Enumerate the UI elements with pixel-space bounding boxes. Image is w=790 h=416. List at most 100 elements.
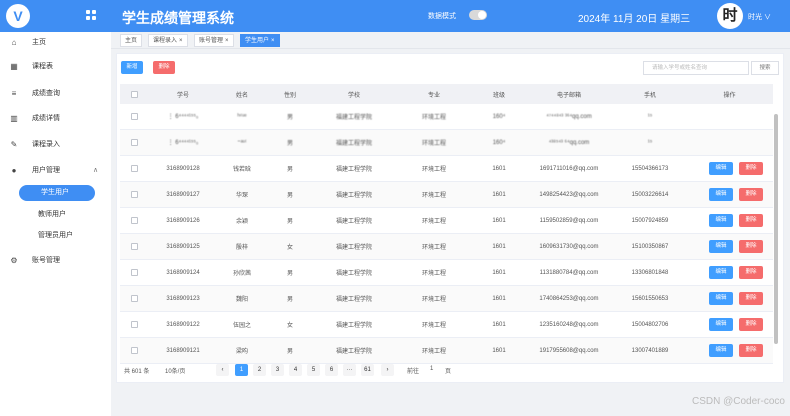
row-select-cell (120, 208, 148, 233)
table-header: 学号 姓名 性别 学校 专业 班级 电子邮箱 手机 操作 (120, 84, 773, 104)
page-button[interactable]: 3 (271, 364, 284, 376)
cell-school: 福建工程学院 (335, 141, 372, 147)
row-checkbox[interactable] (130, 217, 138, 224)
column-header[interactable]: 手机 (614, 84, 686, 104)
search-input[interactable]: 请输入学号或姓名查询 (643, 61, 749, 75)
next-page-button[interactable]: › (381, 364, 394, 376)
edit-button[interactable]: 编辑 (709, 188, 733, 201)
edit-button[interactable]: 编辑 (709, 318, 733, 331)
table-scrollbar[interactable] (774, 114, 778, 344)
app-header: V 学生成绩管理系统 数据模式 2024年 11月 20日 星期三 时 时光 ∨ (0, 0, 790, 32)
delete-button[interactable]: 删除 (739, 162, 763, 175)
row-checkbox[interactable] (130, 243, 138, 250)
edit-button[interactable]: 编辑 (709, 214, 733, 227)
mode-toggle[interactable] (469, 10, 487, 20)
page-button[interactable]: 61 (361, 364, 374, 376)
sidebar-item-student-users[interactable]: 学生用户 (19, 185, 95, 201)
column-header[interactable]: 班级 (474, 84, 524, 104)
column-header[interactable]: 专业 (394, 84, 474, 104)
cell-email: 1235160248@qq.com (539, 321, 599, 328)
row-select-cell (120, 234, 148, 259)
sidebar-item-score-detail[interactable]: ▥ 成绩详情 (0, 111, 111, 127)
cell-gender: 男 (286, 297, 293, 303)
delete-button[interactable]: 删除 (739, 292, 763, 305)
sidebar-item-account-management[interactable]: ⚙ 账号管理 (0, 253, 111, 269)
sidebar-item-course-entry[interactable]: ✎ 课程录入 (0, 137, 111, 153)
tab-account-management[interactable]: 账号管理 × (194, 34, 234, 47)
column-header[interactable]: 姓名 (218, 84, 266, 104)
username-dropdown[interactable]: 时光 ∨ (748, 12, 771, 22)
sidebar-item-label: 用户管理 (32, 167, 60, 174)
page-button[interactable]: 2 (253, 364, 266, 376)
delete-button[interactable]: 删除 (739, 266, 763, 279)
cell-school: 福建工程学院 (335, 193, 372, 199)
table-row: 3168909128 钱若晗 男 福建工程学院 环境工程 1601 1691711016@q… (120, 156, 773, 182)
edit-button[interactable]: 编辑 (709, 266, 733, 279)
sidebar-item-score-query[interactable]: ≡ 成绩查询 (0, 86, 111, 102)
row-checkbox[interactable] (130, 165, 138, 172)
column-header[interactable]: 学号 (148, 84, 218, 104)
delete-button[interactable]: 删除 (739, 214, 763, 227)
sidebar-item-admin-users[interactable]: 管理员用户 (0, 228, 111, 244)
batch-delete-button[interactable]: 删除 (153, 61, 175, 74)
row-checkbox[interactable] (130, 269, 138, 276)
row-checkbox[interactable] (130, 321, 138, 328)
sidebar-item-home[interactable]: ⌂ 主页 (0, 35, 111, 51)
table-icon: ▦ (10, 62, 18, 71)
grid-menu-icon[interactable] (86, 10, 96, 20)
row-checkbox[interactable] (130, 347, 138, 354)
search-button[interactable]: 搜索 (751, 61, 779, 75)
close-icon[interactable]: × (179, 38, 183, 44)
cell-id: ⋮ 6⁴⁴⁴⁴¹⁵⁵₀ (167, 140, 199, 146)
edit-button[interactable]: 编辑 (709, 162, 733, 175)
sidebar-item-user-management[interactable]: ● 用户管理 ∧ (0, 163, 111, 179)
select-all-checkbox[interactable] (130, 90, 138, 98)
row-checkbox[interactable] (130, 113, 138, 120)
edit-button[interactable]: 编辑 (709, 344, 733, 357)
page-button[interactable]: 4 (289, 364, 302, 376)
column-header[interactable]: 学校 (314, 84, 394, 104)
cell-gender: 男 (286, 167, 293, 173)
page-button[interactable]: 1 (235, 364, 248, 376)
column-header[interactable]: 性别 (266, 84, 314, 104)
edit-button[interactable]: 编辑 (709, 292, 733, 305)
total-count: 共 601 条 (124, 369, 150, 375)
delete-button[interactable]: 删除 (739, 240, 763, 253)
row-select-cell (120, 260, 148, 285)
cell-name: 魏阳 (235, 297, 248, 303)
cell-class: 1601 (492, 165, 506, 172)
delete-button[interactable]: 删除 (739, 188, 763, 201)
prev-page-button[interactable]: ‹ (216, 364, 229, 376)
add-button[interactable]: 新增 (121, 61, 143, 74)
sidebar-item-label: 课程表 (32, 63, 53, 70)
tab-label: 主页 (125, 38, 138, 44)
cell-major: 环境工程 (421, 323, 446, 329)
close-icon[interactable]: × (271, 38, 275, 44)
chevron-up-icon: ∧ (93, 167, 99, 174)
page-size-select[interactable]: 10条/页 (165, 366, 185, 375)
sidebar-item-teacher-users[interactable]: 教师用户 (0, 207, 111, 223)
mode-label: 数据模式 (428, 13, 456, 20)
cell-gender: 男 (286, 141, 293, 147)
avatar[interactable]: 时 (717, 3, 743, 29)
row-checkbox[interactable] (130, 191, 138, 198)
cell-major: 环境工程 (421, 297, 446, 303)
row-checkbox[interactable] (130, 295, 138, 302)
cell-name: 余颖 (235, 219, 248, 225)
delete-button[interactable]: 删除 (739, 318, 763, 331)
delete-button[interactable]: 删除 (739, 344, 763, 357)
cell-gender: 男 (286, 219, 293, 225)
tab-course-entry[interactable]: 课程录入 × (148, 34, 188, 47)
close-icon[interactable]: × (225, 38, 229, 44)
column-header[interactable]: 电子邮箱 (524, 84, 614, 104)
edit-button[interactable]: 编辑 (709, 240, 733, 253)
row-checkbox[interactable] (130, 139, 138, 146)
goto-page-input[interactable]: 1 (430, 366, 433, 372)
page-ellipsis[interactable]: ··· (343, 364, 356, 376)
tab-home[interactable]: 主页 (120, 34, 143, 47)
cell-class: 1601 (492, 321, 506, 328)
sidebar-item-schedule[interactable]: ▦ 课程表 (0, 59, 111, 75)
tab-student-users[interactable]: 学生用户 × (240, 34, 280, 47)
page-button[interactable]: 5 (307, 364, 320, 376)
page-button[interactable]: 6 (325, 364, 338, 376)
